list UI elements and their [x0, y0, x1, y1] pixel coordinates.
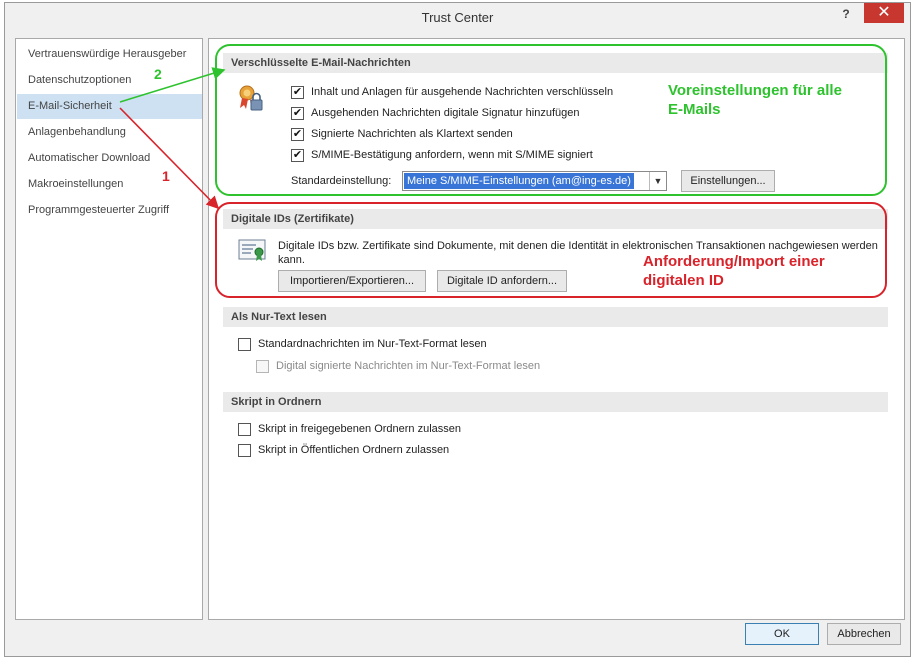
help-button[interactable]: ?	[836, 5, 856, 23]
read-plain-text-checkbox[interactable]	[238, 338, 251, 351]
annotation-number-2: 2	[154, 66, 162, 82]
add-signature-checkbox[interactable]: ✔	[291, 107, 304, 120]
close-button[interactable]: ✕	[864, 3, 904, 23]
annotation-red-line1: Anforderung/Import einer	[643, 253, 825, 270]
content-pane: Verschlüsselte E-Mail-Nachrichten ✔ Inha…	[208, 38, 905, 620]
sidebar-item-label: Automatischer Download	[28, 152, 151, 164]
cleartext-signed-checkbox[interactable]: ✔	[291, 128, 304, 141]
plain-text-header: Als Nur-Text lesen	[223, 307, 888, 327]
add-signature-label: Ausgehenden Nachrichten digitale Signatu…	[311, 107, 580, 119]
sidebar-item-programmatic-access[interactable]: Programmgesteuerter Zugriff	[17, 198, 202, 223]
sidebar-item-label: Anlagenbehandlung	[28, 126, 126, 138]
sidebar-item-privacy-options[interactable]: Datenschutzoptionen	[17, 68, 202, 93]
read-signed-plain-text-checkbox	[256, 360, 269, 373]
sidebar-item-email-security[interactable]: E-Mail-Sicherheit	[17, 94, 202, 119]
encrypt-content-checkbox[interactable]: ✔	[291, 86, 304, 99]
digital-ids-header: Digitale IDs (Zertifikate)	[223, 209, 888, 229]
script-public-folders-checkbox[interactable]	[238, 444, 251, 457]
default-setting-label: Standardeinstellung:	[291, 175, 392, 187]
cancel-button[interactable]: Abbrechen	[827, 623, 901, 645]
window-title: Trust Center	[421, 10, 494, 25]
trust-center-dialog: Trust Center ? ✕ Vertrauenswürdige Herau…	[4, 2, 911, 657]
sidebar-item-attachment-handling[interactable]: Anlagenbehandlung	[17, 120, 202, 145]
read-signed-plain-text-label: Digital signierte Nachrichten im Nur-Tex…	[276, 360, 541, 372]
sidebar-item-label: Makroeinstellungen	[28, 178, 124, 190]
cleartext-signed-label: Signierte Nachrichten als Klartext sende…	[311, 128, 513, 140]
annotation-green-line1: Voreinstellungen für alle	[668, 82, 842, 99]
default-setting-select[interactable]: Meine S/MIME-Einstellungen (am@ing-es.de…	[402, 171, 667, 191]
title-bar: Trust Center ? ✕	[5, 3, 910, 31]
chevron-down-icon[interactable]: ▼	[649, 172, 666, 190]
sidebar-item-label: E-Mail-Sicherheit	[28, 100, 112, 112]
script-public-folders-label: Skript in Öffentlichen Ordnern zulassen	[258, 444, 450, 456]
request-digital-id-button[interactable]: Digitale ID anfordern...	[437, 270, 567, 292]
script-in-folders-header: Skript in Ordnern	[223, 392, 888, 412]
encrypt-content-label: Inhalt und Anlagen für ausgehende Nachri…	[311, 86, 614, 98]
sidebar-item-label: Vertrauenswürdige Herausgeber	[28, 48, 187, 60]
script-shared-folders-checkbox[interactable]	[238, 423, 251, 436]
default-setting-value: Meine S/MIME-Einstellungen (am@ing-es.de…	[404, 173, 634, 189]
script-shared-folders-label: Skript in freigegebenen Ordnern zulassen	[258, 423, 462, 435]
certificate-icon	[237, 237, 267, 263]
annotation-number-1: 1	[162, 168, 170, 184]
smime-receipt-checkbox[interactable]: ✔	[291, 149, 304, 162]
ok-button[interactable]: OK	[745, 623, 819, 645]
annotation-red-line2: digitalen ID	[643, 272, 724, 289]
sidebar: Vertrauenswürdige Herausgeber Datenschut…	[15, 38, 203, 620]
settings-button[interactable]: Einstellungen...	[681, 170, 775, 192]
import-export-button[interactable]: Importieren/Exportieren...	[278, 270, 426, 292]
sidebar-item-automatic-download[interactable]: Automatischer Download	[17, 146, 202, 171]
sidebar-item-macro-settings[interactable]: Makroeinstellungen	[17, 172, 202, 197]
sidebar-item-label: Datenschutzoptionen	[28, 74, 132, 86]
smime-receipt-label: S/MIME-Bestätigung anfordern, wenn mit S…	[311, 149, 593, 161]
sidebar-item-trusted-publishers[interactable]: Vertrauenswürdige Herausgeber	[17, 42, 202, 67]
encrypted-email-header: Verschlüsselte E-Mail-Nachrichten	[223, 53, 888, 73]
read-plain-text-label: Standardnachrichten im Nur-Text-Format l…	[258, 338, 487, 350]
sidebar-item-label: Programmgesteuerter Zugriff	[28, 204, 170, 216]
certificate-lock-icon	[237, 84, 263, 112]
annotation-green-line2: E-Mails	[668, 101, 721, 118]
